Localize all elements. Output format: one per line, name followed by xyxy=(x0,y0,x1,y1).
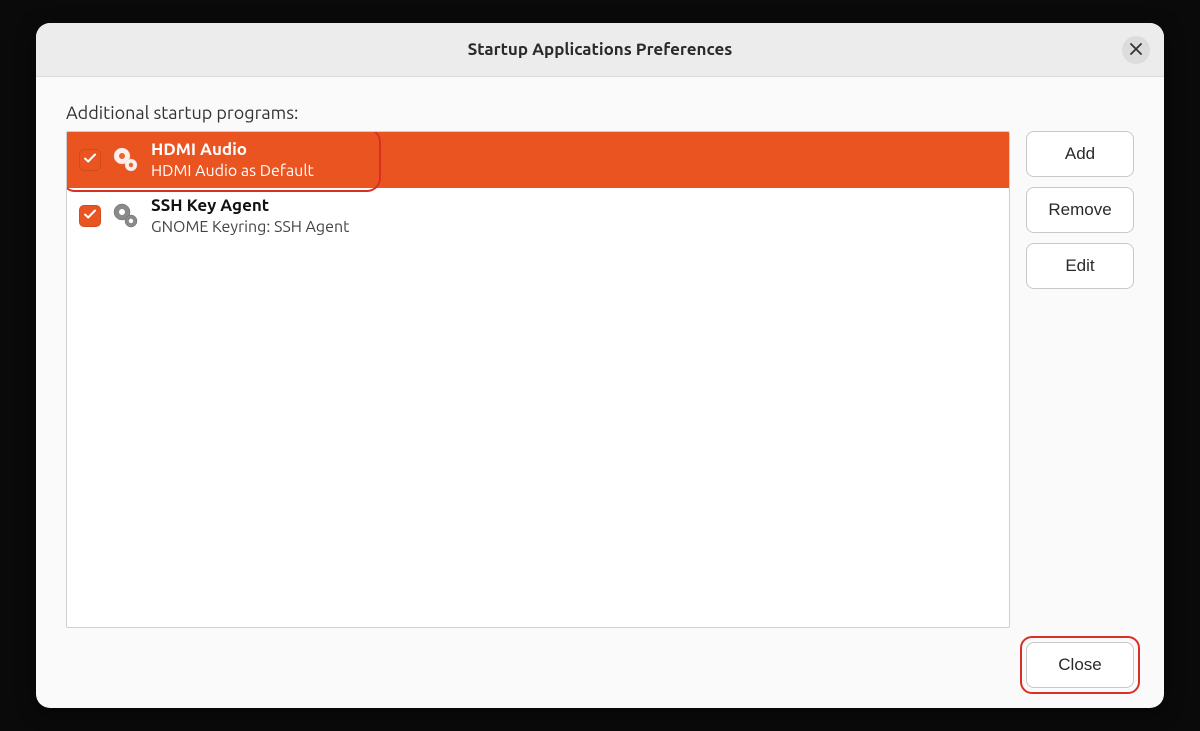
list-item-text: HDMI Audio HDMI Audio as Default xyxy=(151,139,314,180)
main-row: HDMI Audio HDMI Audio as Default xyxy=(66,131,1134,628)
startup-programs-list[interactable]: HDMI Audio HDMI Audio as Default xyxy=(66,131,1010,628)
button-column: Add Remove Edit xyxy=(1026,131,1134,628)
list-item-title: HDMI Audio xyxy=(151,139,314,160)
check-icon xyxy=(83,151,97,169)
dialog-body: Additional startup programs: xyxy=(36,77,1164,708)
window-title: Startup Applications Preferences xyxy=(468,40,733,59)
enable-checkbox[interactable] xyxy=(79,205,101,227)
check-icon xyxy=(83,207,97,225)
footer: Close xyxy=(66,628,1134,688)
section-label: Additional startup programs: xyxy=(66,103,1134,123)
list-item-subtitle: HDMI Audio as Default xyxy=(151,161,314,181)
list-item-subtitle: GNOME Keyring: SSH Agent xyxy=(151,217,349,237)
list-item-text: SSH Key Agent GNOME Keyring: SSH Agent xyxy=(151,195,349,236)
close-icon xyxy=(1130,42,1142,58)
enable-checkbox[interactable] xyxy=(79,149,101,171)
close-window-button[interactable] xyxy=(1122,36,1150,64)
remove-button[interactable]: Remove xyxy=(1026,187,1134,233)
window: Startup Applications Preferences Additio… xyxy=(36,23,1164,708)
close-button[interactable]: Close xyxy=(1026,642,1134,688)
list-item[interactable]: HDMI Audio HDMI Audio as Default xyxy=(67,132,1009,188)
list-item-title: SSH Key Agent xyxy=(151,195,349,216)
close-button-wrap: Close xyxy=(1026,642,1134,688)
gear-icon xyxy=(111,201,141,231)
list-item[interactable]: SSH Key Agent GNOME Keyring: SSH Agent xyxy=(67,188,1009,244)
edit-button[interactable]: Edit xyxy=(1026,243,1134,289)
titlebar: Startup Applications Preferences xyxy=(36,23,1164,77)
gear-icon xyxy=(111,145,141,175)
add-button[interactable]: Add xyxy=(1026,131,1134,177)
